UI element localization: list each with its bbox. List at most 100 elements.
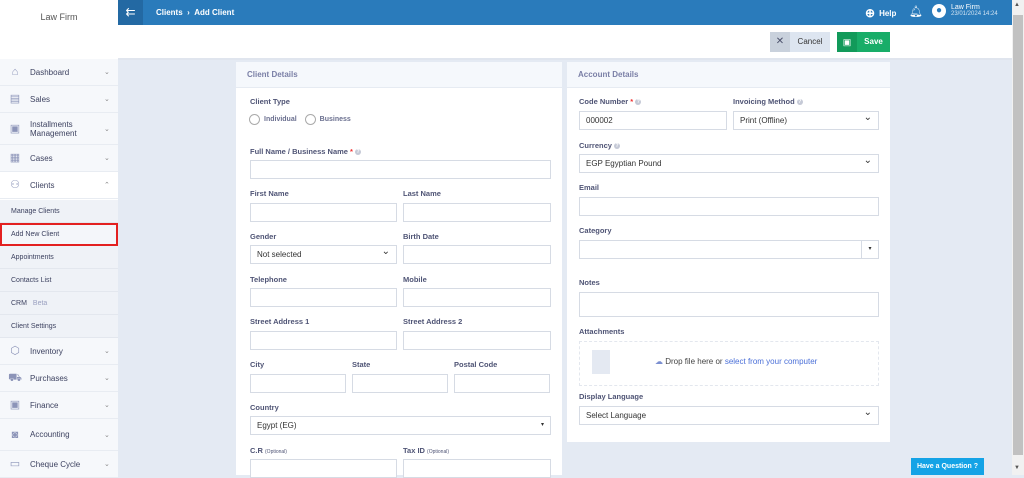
sidebar-item-accounting[interactable]: ◙ Accounting ⌄ xyxy=(0,419,118,451)
label: Mobile xyxy=(403,275,427,284)
sidebar-item-cheque-cycle[interactable]: ▭ Cheque Cycle ⌄ xyxy=(0,451,118,478)
sidebar-item-installments[interactable]: ▣ Installments Management ⌄ xyxy=(0,113,118,145)
category-dropdown-button[interactable]: ▾ xyxy=(861,241,878,258)
label: Cancel xyxy=(790,32,830,52)
help-icon: ? xyxy=(796,99,803,106)
close-icon: ✕ xyxy=(770,32,790,52)
submenu-contacts-list[interactable]: Contacts List xyxy=(0,269,118,292)
display-language-select[interactable]: Select Language xyxy=(579,404,879,425)
currency-select[interactable]: EGP Egyptian Pound xyxy=(579,152,879,173)
label: Accounting xyxy=(30,430,70,439)
user-menu[interactable]: Law Firm 23/01/2024 14:24 xyxy=(951,4,998,17)
first-name-input[interactable] xyxy=(250,203,397,222)
sidebar-item-cases[interactable]: ▦ Cases ⌄ xyxy=(0,145,118,172)
label: Cases xyxy=(30,153,53,163)
last-name-input[interactable] xyxy=(403,203,551,222)
truck-icon: ⛟ xyxy=(8,372,22,384)
street-address-1-input[interactable] xyxy=(250,331,397,350)
city-input[interactable] xyxy=(250,374,346,393)
label: CRM xyxy=(11,300,27,307)
help-icon: ? xyxy=(614,143,621,150)
submenu-appointments[interactable]: Appointments xyxy=(0,246,118,269)
client-type-radios: Individual Business xyxy=(249,114,351,125)
panel-title: Client Details xyxy=(236,62,562,88)
code-number-input[interactable]: 000002 xyxy=(579,111,727,130)
sidebar-item-dashboard[interactable]: ⌂ Dashboard ⌄ xyxy=(0,59,118,86)
full-name-input[interactable] xyxy=(250,160,551,179)
sidebar-item-clients[interactable]: ⚇ Clients ⌃ xyxy=(0,172,118,199)
sidebar-item-finance[interactable]: ▣ Finance ⌄ xyxy=(0,392,118,419)
label: Category xyxy=(579,226,612,235)
country-select[interactable]: Egypt (EG) ▾ xyxy=(250,416,551,435)
birth-date-input[interactable] xyxy=(403,245,551,264)
label: Birth Date xyxy=(403,232,439,241)
gender-select[interactable]: Not selected xyxy=(250,243,397,264)
label: State xyxy=(352,360,371,369)
cancel-button[interactable]: ✕ Cancel xyxy=(770,32,830,52)
scrollbar[interactable]: ▲ ▼ xyxy=(1012,0,1024,475)
label-text: Tax ID xyxy=(403,446,425,455)
select-file-link[interactable]: select from your computer xyxy=(725,357,817,366)
label: Sales xyxy=(30,94,51,104)
label: Business xyxy=(319,116,351,123)
state-input[interactable] xyxy=(352,374,448,393)
label: Street Address 2 xyxy=(403,317,463,326)
label: Cheque Cycle xyxy=(30,459,81,469)
submenu-manage-clients[interactable]: Manage Clients xyxy=(0,200,118,223)
label: Invoicing Method ? xyxy=(733,97,803,106)
drop-text: ☁ Drop file here or select from your com… xyxy=(655,357,817,366)
save-button[interactable]: ▣ Save xyxy=(837,32,890,52)
label: Finance xyxy=(30,400,59,410)
notes-textarea[interactable] xyxy=(579,292,879,317)
label-text: Code Number xyxy=(579,97,629,106)
invoicing-method-select[interactable]: Print (Offline) xyxy=(733,109,879,130)
cr-input[interactable] xyxy=(250,459,397,478)
submenu-crm[interactable]: CRM Beta xyxy=(0,292,118,315)
category-input[interactable]: ▾ xyxy=(579,240,879,259)
scrollbar-thumb[interactable] xyxy=(1013,15,1023,455)
cheque-icon: ▭ xyxy=(9,458,21,470)
postal-code-input[interactable] xyxy=(454,374,550,393)
street-address-2-input[interactable] xyxy=(403,331,551,350)
receipt-icon: ▤ xyxy=(9,93,21,105)
tax-id-input[interactable] xyxy=(403,459,551,478)
have-a-question-button[interactable]: Have a Question ? xyxy=(911,458,984,475)
beta-badge: Beta xyxy=(32,300,48,307)
users-icon: ⚇ xyxy=(10,179,20,191)
label: Postal Code xyxy=(454,360,498,369)
submenu-client-settings[interactable]: Client Settings xyxy=(0,315,118,338)
breadcrumb-clients[interactable]: Clients xyxy=(156,8,183,17)
optional-hint: (Optional) xyxy=(427,449,449,455)
scroll-up-icon[interactable]: ▲ xyxy=(1014,2,1020,8)
radio-business[interactable] xyxy=(304,114,316,125)
sidebar-item-inventory[interactable]: ⬡ Inventory ⌄ xyxy=(0,338,118,365)
label: Country xyxy=(250,403,279,412)
safe-icon: ▣ xyxy=(9,399,21,411)
attachment-dropzone[interactable]: ☁ Drop file here or select from your com… xyxy=(579,341,879,386)
sidebar-item-sales[interactable]: ▤ Sales ⌄ xyxy=(0,86,118,113)
collapse-menu-icon[interactable]: ⇇ xyxy=(118,0,143,25)
radio-individual[interactable] xyxy=(249,114,260,125)
chevron-down-icon: ⌄ xyxy=(104,431,110,439)
sidebar-item-purchases[interactable]: ⛟ Purchases ⌄ xyxy=(0,365,118,392)
label-text: Currency xyxy=(579,141,612,150)
label: Individual xyxy=(264,116,297,123)
email-input[interactable] xyxy=(579,197,879,216)
submenu-add-new-client[interactable]: Add New Client xyxy=(0,223,118,246)
bell-icon[interactable]: 🔔︎ xyxy=(909,5,923,18)
telephone-input[interactable] xyxy=(250,288,397,307)
label-text: C.R xyxy=(250,446,263,455)
help-link[interactable]: ⊕ Help xyxy=(865,6,896,20)
scroll-down-icon[interactable]: ▼ xyxy=(1014,465,1020,471)
label: Clients xyxy=(30,180,55,190)
help-icon: ? xyxy=(635,99,642,106)
label: Full Name / Business Name * ? xyxy=(250,147,362,156)
chevron-down-icon: ⌄ xyxy=(104,402,110,409)
value: Egypt (EG) xyxy=(257,421,297,430)
label: Tax ID (Optional) xyxy=(403,446,449,455)
file-image-icon xyxy=(592,350,610,374)
chevron-down-icon: ⌄ xyxy=(104,155,110,162)
mobile-input[interactable] xyxy=(403,288,551,307)
user-avatar-icon[interactable]: ● xyxy=(932,4,946,18)
account-details-panel: Account Details Code Number * ? Invoicin… xyxy=(567,62,890,442)
